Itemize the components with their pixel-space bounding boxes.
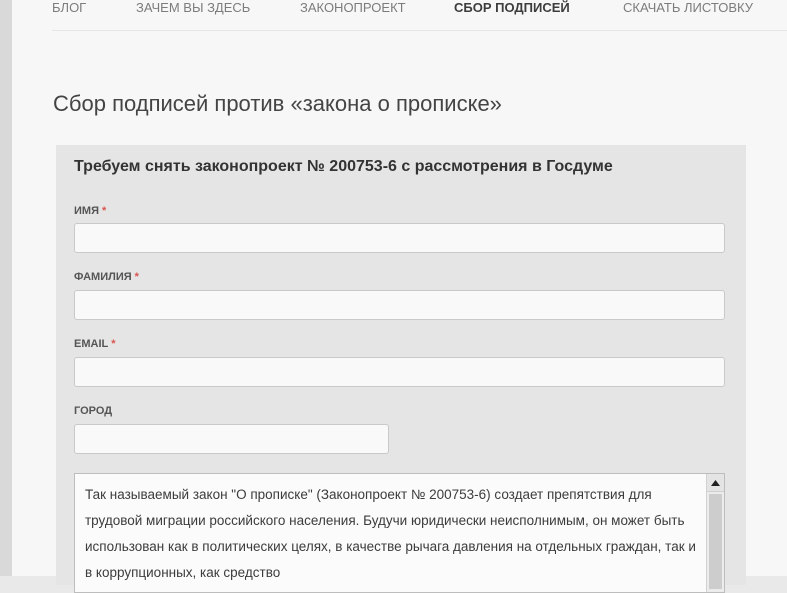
form-heading: Требуем снять законопроект № 200753-6 с … [74, 158, 613, 175]
main-nav: БЛОГ ЗАЧЕМ ВЫ ЗДЕСЬ ЗАКОНОПРОЕКТ СБОР ПО… [52, 0, 787, 31]
nav-item-bill[interactable]: ЗАКОНОПРОЕКТ [300, 0, 406, 15]
first-name-input[interactable] [74, 223, 725, 253]
first-name-label-text: ИМЯ [74, 205, 99, 217]
nav-item-download-leaflet[interactable]: СКАЧАТЬ ЛИСТОВКУ [623, 0, 753, 15]
page-title: Сбор подписей против «закона о прописке» [53, 91, 502, 116]
email-input[interactable] [74, 357, 725, 387]
nav-item-blog[interactable]: БЛОГ [52, 0, 86, 15]
message-textarea[interactable]: Так называемый закон "О прописке" (Закон… [74, 473, 725, 593]
last-name-label-text: ФАМИЛИЯ [74, 271, 132, 283]
email-label: EMAIL * [74, 338, 116, 350]
textarea-scrollbar[interactable] [706, 474, 724, 592]
city-label-text: ГОРОД [74, 405, 113, 417]
nav-item-signatures[interactable]: СБОР ПОДПИСЕЙ [454, 0, 570, 15]
city-input[interactable] [74, 424, 389, 454]
city-label: ГОРОД [74, 405, 112, 417]
scroll-up-button[interactable] [707, 474, 724, 492]
email-label-text: EMAIL [74, 338, 109, 350]
scrollbar-thumb[interactable] [709, 494, 722, 589]
scroll-up-arrow-icon [711, 479, 720, 486]
required-mark: * [111, 338, 116, 350]
message-text[interactable]: Так называемый закон "О прописке" (Закон… [85, 482, 697, 586]
last-name-input[interactable] [74, 290, 725, 320]
left-edge-strip [0, 0, 12, 576]
last-name-label: ФАМИЛИЯ * [74, 271, 139, 283]
first-name-label: ИМЯ * [74, 205, 106, 217]
required-mark: * [101, 205, 107, 217]
nav-item-why-here[interactable]: ЗАЧЕМ ВЫ ЗДЕСЬ [136, 0, 250, 15]
required-mark: * [134, 271, 139, 283]
